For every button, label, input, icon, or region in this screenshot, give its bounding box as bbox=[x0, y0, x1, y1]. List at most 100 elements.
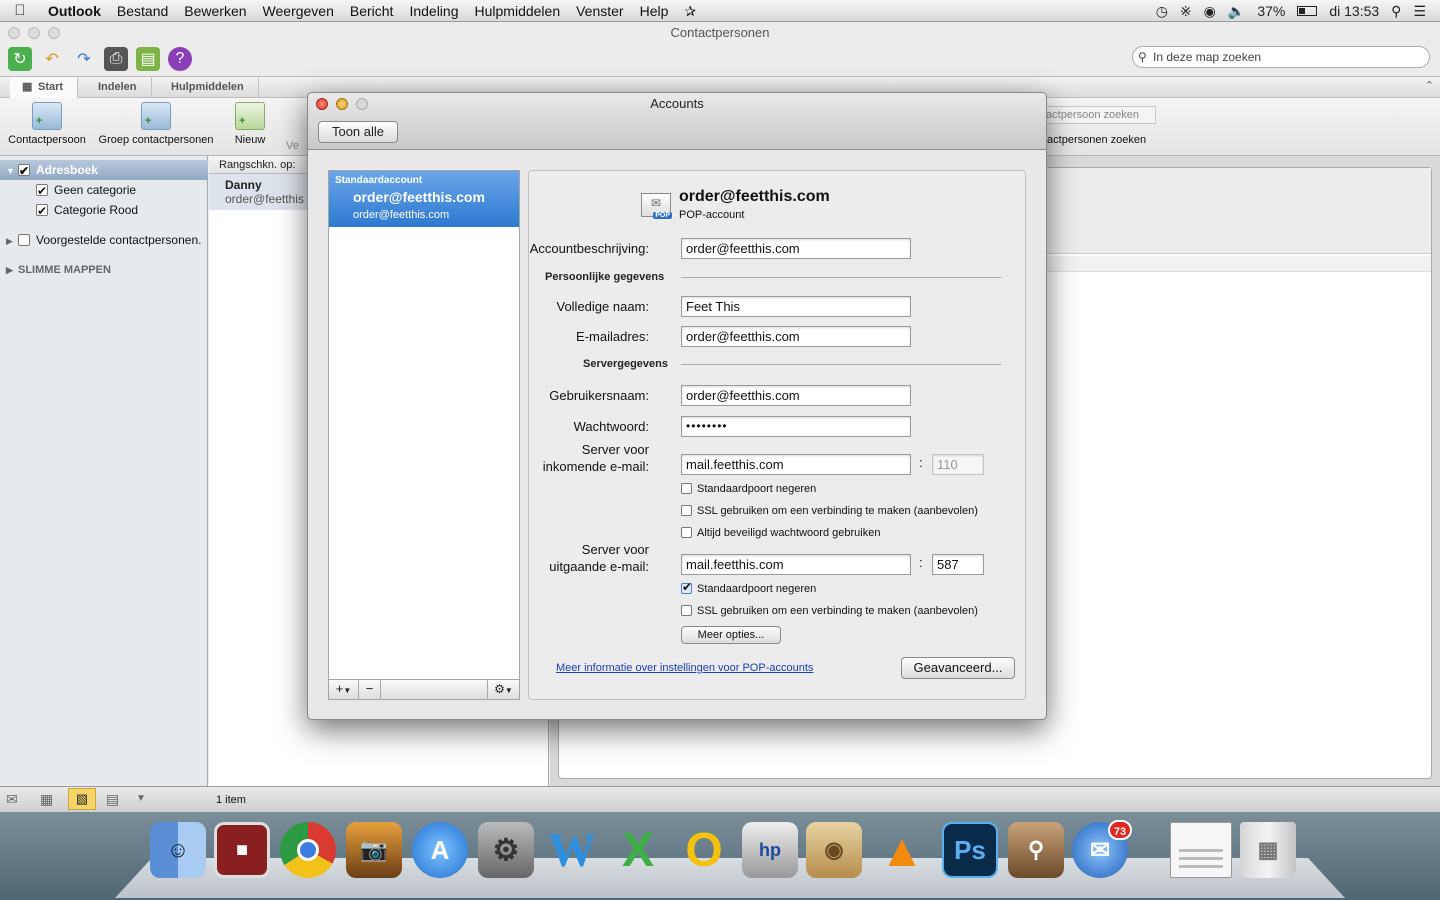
out-ssl-checkbox[interactable] bbox=[681, 605, 692, 616]
in-ssl-option[interactable]: SSL gebruiken om een verbinding te maken… bbox=[681, 505, 978, 517]
dock-chrome-icon[interactable] bbox=[280, 822, 336, 878]
clock[interactable]: di 13:53 bbox=[1329, 3, 1379, 19]
dialog-close-icon[interactable] bbox=[316, 98, 328, 110]
tab-hulpmiddelen[interactable]: Hulpmiddelen bbox=[157, 77, 259, 98]
minimize-icon[interactable] bbox=[28, 27, 40, 39]
menu-indeling[interactable]: Indeling bbox=[401, 0, 466, 22]
dock-outlook-icon[interactable]: O bbox=[676, 822, 732, 878]
dock-photo-booth-icon[interactable]: ■ bbox=[214, 822, 270, 878]
disclosure-triangle-icon[interactable]: ▶ bbox=[6, 260, 18, 280]
dock-trash-icon[interactable]: ▦ bbox=[1240, 822, 1296, 878]
menu-app-outlook[interactable]: Outlook bbox=[40, 0, 109, 22]
in-ssl-checkbox[interactable] bbox=[681, 505, 692, 516]
fullname-field[interactable]: Feet This bbox=[681, 296, 911, 317]
sidebar-slimme-mappen[interactable]: ▶ SLIMME MAPPEN bbox=[0, 260, 111, 280]
in-override-port-checkbox[interactable] bbox=[681, 483, 692, 494]
dock-hp-printer-icon[interactable]: hp bbox=[742, 822, 798, 878]
menu-bestand[interactable]: Bestand bbox=[109, 0, 176, 22]
print-icon[interactable]: ⎙ bbox=[104, 47, 128, 71]
password-field[interactable]: •••••••• bbox=[681, 416, 911, 437]
menu-bewerken[interactable]: Bewerken bbox=[176, 0, 254, 22]
email-field[interactable]: order@feetthis.com bbox=[681, 326, 911, 347]
new-contact-button[interactable]: + Contactpersoon bbox=[6, 102, 88, 146]
help-icon[interactable]: ? bbox=[168, 47, 192, 71]
menu-bericht[interactable]: Bericht bbox=[342, 0, 402, 22]
sidebar-item-categorie-rood[interactable]: Categorie Rood bbox=[0, 200, 138, 221]
folder-search-input[interactable]: ⚲ In deze map zoeken bbox=[1132, 46, 1430, 68]
out-override-port-checkbox[interactable] bbox=[681, 580, 692, 594]
account-description-field[interactable]: order@feetthis.com bbox=[681, 238, 911, 259]
categorie-rood-checkbox[interactable] bbox=[36, 201, 48, 221]
dock-iphoto-icon[interactable]: 📷 bbox=[346, 822, 402, 878]
out-ssl-option[interactable]: SSL gebruiken om een verbinding te maken… bbox=[681, 605, 978, 617]
dock-finder-icon[interactable]: ☺ bbox=[150, 822, 206, 878]
send-receive-icon[interactable]: ↻ bbox=[8, 47, 32, 71]
undo-icon[interactable]: ↶ bbox=[40, 47, 64, 71]
geen-categorie-checkbox[interactable] bbox=[36, 181, 48, 201]
tab-indelen[interactable]: Indelen bbox=[84, 77, 152, 98]
battery-icon[interactable] bbox=[1297, 6, 1318, 16]
contact-search-field[interactable]: tactpersoon zoeken bbox=[1040, 106, 1156, 124]
zoom-icon[interactable] bbox=[48, 27, 60, 39]
more-options-button[interactable]: Meer opties... bbox=[681, 626, 781, 644]
tab-start[interactable]: ▦ Start bbox=[10, 77, 79, 98]
tasks-view-icon[interactable]: ▤ bbox=[106, 791, 119, 808]
voorgesteld-checkbox[interactable] bbox=[18, 234, 30, 246]
notes-icon[interactable]: ▤ bbox=[136, 47, 160, 71]
menu-weergeven[interactable]: Weergeven bbox=[255, 0, 342, 22]
close-icon[interactable] bbox=[8, 27, 20, 39]
mail-view-icon[interactable]: ✉ bbox=[6, 791, 18, 808]
remove-account-button[interactable]: − bbox=[359, 680, 381, 699]
dock-photoshop-icon[interactable]: Ps bbox=[942, 822, 998, 878]
dock-excel-icon[interactable]: X bbox=[610, 822, 666, 878]
new-group-button[interactable]: + Groep contactpersonen bbox=[98, 102, 214, 146]
redo-icon[interactable]: ↷ bbox=[72, 47, 96, 71]
spotlight-icon[interactable]: ⚲ bbox=[1391, 3, 1401, 20]
sidebar-item-voorgesteld[interactable]: ▶ Voorgestelde contactpersonen. bbox=[0, 230, 201, 250]
out-override-port-option[interactable]: Standaardpoort negeren bbox=[681, 580, 816, 595]
incoming-server-field[interactable]: mail.feetthis.com bbox=[681, 454, 911, 475]
bluetooth-icon[interactable]: ※ bbox=[1180, 3, 1192, 20]
outgoing-server-field[interactable]: mail.feetthis.com bbox=[681, 554, 911, 575]
apple-menu-icon[interactable]:  bbox=[0, 2, 40, 19]
ribbon-partial-button[interactable]: Ve bbox=[286, 140, 306, 152]
battery-percent[interactable]: 37% bbox=[1257, 3, 1285, 19]
script-menu-icon[interactable]: ✰ bbox=[676, 0, 704, 22]
dialog-zoom-icon[interactable] bbox=[356, 98, 368, 110]
incoming-port-field[interactable]: 110 bbox=[932, 454, 984, 475]
dock-vlc-icon[interactable]: ▲ bbox=[874, 822, 930, 878]
account-list-item[interactable]: Standaardaccount order@feetthis.com orde… bbox=[329, 171, 519, 227]
show-all-button[interactable]: Toon alle bbox=[318, 121, 398, 143]
disclosure-triangle-icon[interactable]: ▼ bbox=[6, 161, 18, 181]
in-secure-password-option[interactable]: Altijd beveiligd wachtwoord gebruiken bbox=[681, 527, 880, 539]
account-actions-button[interactable]: ⚙▼ bbox=[487, 680, 519, 699]
in-secure-password-checkbox[interactable] bbox=[681, 527, 692, 538]
menu-help[interactable]: Help bbox=[632, 0, 677, 22]
dock-document-stack-icon[interactable] bbox=[1170, 822, 1232, 878]
time-machine-icon[interactable]: ◷ bbox=[1156, 3, 1168, 20]
new-item-button[interactable]: + Nieuw bbox=[224, 102, 276, 146]
sidebar-item-geen-categorie[interactable]: Geen categorie bbox=[0, 180, 136, 201]
menu-venster[interactable]: Venster bbox=[568, 0, 631, 22]
add-account-button[interactable]: +▼ bbox=[329, 680, 359, 699]
disclosure-triangle-icon[interactable]: ▶ bbox=[6, 231, 18, 251]
contacts-view-icon[interactable]: ▧ bbox=[68, 788, 96, 810]
calendar-view-icon[interactable]: ▦ bbox=[40, 791, 53, 808]
more-views-icon[interactable]: ▼ bbox=[136, 793, 146, 804]
menu-hulpmiddelen[interactable]: Hulpmiddelen bbox=[467, 0, 569, 22]
dock-preview-icon[interactable]: ⚲ bbox=[1008, 822, 1064, 878]
dock-app-store-icon[interactable]: A bbox=[412, 822, 468, 878]
in-override-port-option[interactable]: Standaardpoort negeren bbox=[681, 483, 816, 495]
outgoing-port-field[interactable]: 587 bbox=[932, 554, 984, 575]
dock-system-preferences-icon[interactable]: ⚙ bbox=[478, 822, 534, 878]
advanced-button[interactable]: Geavanceerd... bbox=[901, 657, 1015, 679]
sidebar-item-adresboek[interactable]: ▼ Adresboek bbox=[0, 160, 208, 181]
username-field[interactable]: order@feetthis.com bbox=[681, 385, 911, 406]
contact-search-label[interactable]: tactpersonen zoeken bbox=[1044, 134, 1146, 146]
dock-word-icon[interactable]: W bbox=[544, 822, 600, 878]
volume-icon[interactable]: 🔈 bbox=[1228, 3, 1245, 20]
dialog-minimize-icon[interactable] bbox=[336, 98, 348, 110]
adresboek-checkbox[interactable] bbox=[18, 161, 30, 181]
collapse-ribbon-icon[interactable]: ⌃ bbox=[1425, 79, 1434, 92]
dock-map-icon[interactable]: ◉ bbox=[806, 822, 862, 878]
